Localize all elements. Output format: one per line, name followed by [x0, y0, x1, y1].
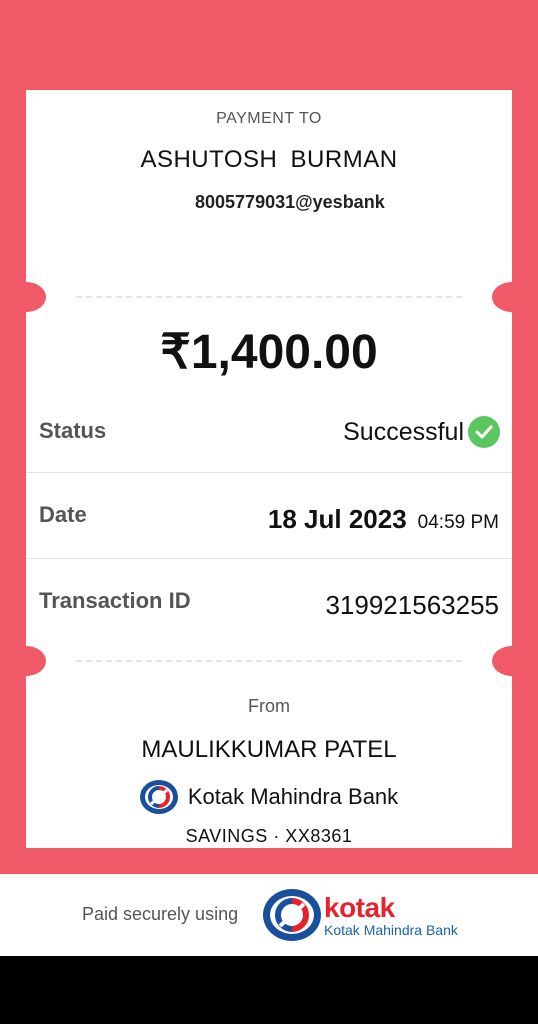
payee-vpa: 8005779031@yesbank [195, 192, 385, 212]
status-label: Status [39, 418, 107, 443]
transaction-label: Transaction ID [39, 588, 191, 613]
account-info: SAVINGS · XX8361 [185, 826, 353, 846]
details-section: ₹1,400.00 Status Successful Date 18 Jul … [26, 312, 512, 646]
from-label: From [248, 696, 290, 716]
dashed-line [76, 660, 462, 662]
notch-right [492, 646, 532, 676]
from-section: From MAULIKKUMAR PATEL Kotak Mahindra Ba… [26, 676, 512, 848]
brand-logo-text: kotak [324, 892, 395, 923]
transaction-row: Transaction ID 319921563255 [26, 558, 512, 644]
status-row: Status Successful [26, 386, 512, 473]
date-text: 18 Jul 2023 [267, 504, 407, 534]
time-text: 04:59 PM [417, 512, 499, 533]
date-value: 18 Jul 2023 04:59 PM [268, 504, 499, 535]
status-text: Successful [343, 417, 464, 446]
notch-right [492, 282, 532, 312]
date-label: Date [39, 502, 87, 527]
kotak-logo-icon [139, 780, 178, 814]
footer: Paid securely using kotak Kotak Mahindra… [0, 874, 538, 956]
dashed-line [76, 296, 462, 298]
sender-name: MAULIKKUMAR PATEL [141, 736, 397, 763]
transaction-id[interactable]: 319921563255 [325, 590, 499, 621]
payee-name: ASHUTOSH BURMAN [140, 146, 398, 173]
amount: ₹1,400.00 [160, 326, 378, 379]
footer-text: Paid securely using [82, 904, 239, 924]
ticket-divider [6, 646, 532, 676]
ticket-divider [6, 282, 532, 312]
date-row: Date 18 Jul 2023 04:59 PM [26, 472, 512, 559]
status-value: Successful [343, 416, 500, 448]
notch-left [6, 282, 46, 312]
bank-name: Kotak Mahindra Bank [187, 784, 399, 809]
payment-to-label: PAYMENT TO [216, 110, 322, 127]
payee-section: PAYMENT TO ASHUTOSH BURMAN 8005779031@ye… [26, 90, 512, 282]
check-icon [468, 416, 500, 448]
bank-line: Kotak Mahindra Bank [26, 780, 512, 814]
notch-left [6, 646, 46, 676]
brand-subtitle: Kotak Mahindra Bank [324, 922, 458, 938]
kotak-logo-icon [263, 889, 321, 941]
